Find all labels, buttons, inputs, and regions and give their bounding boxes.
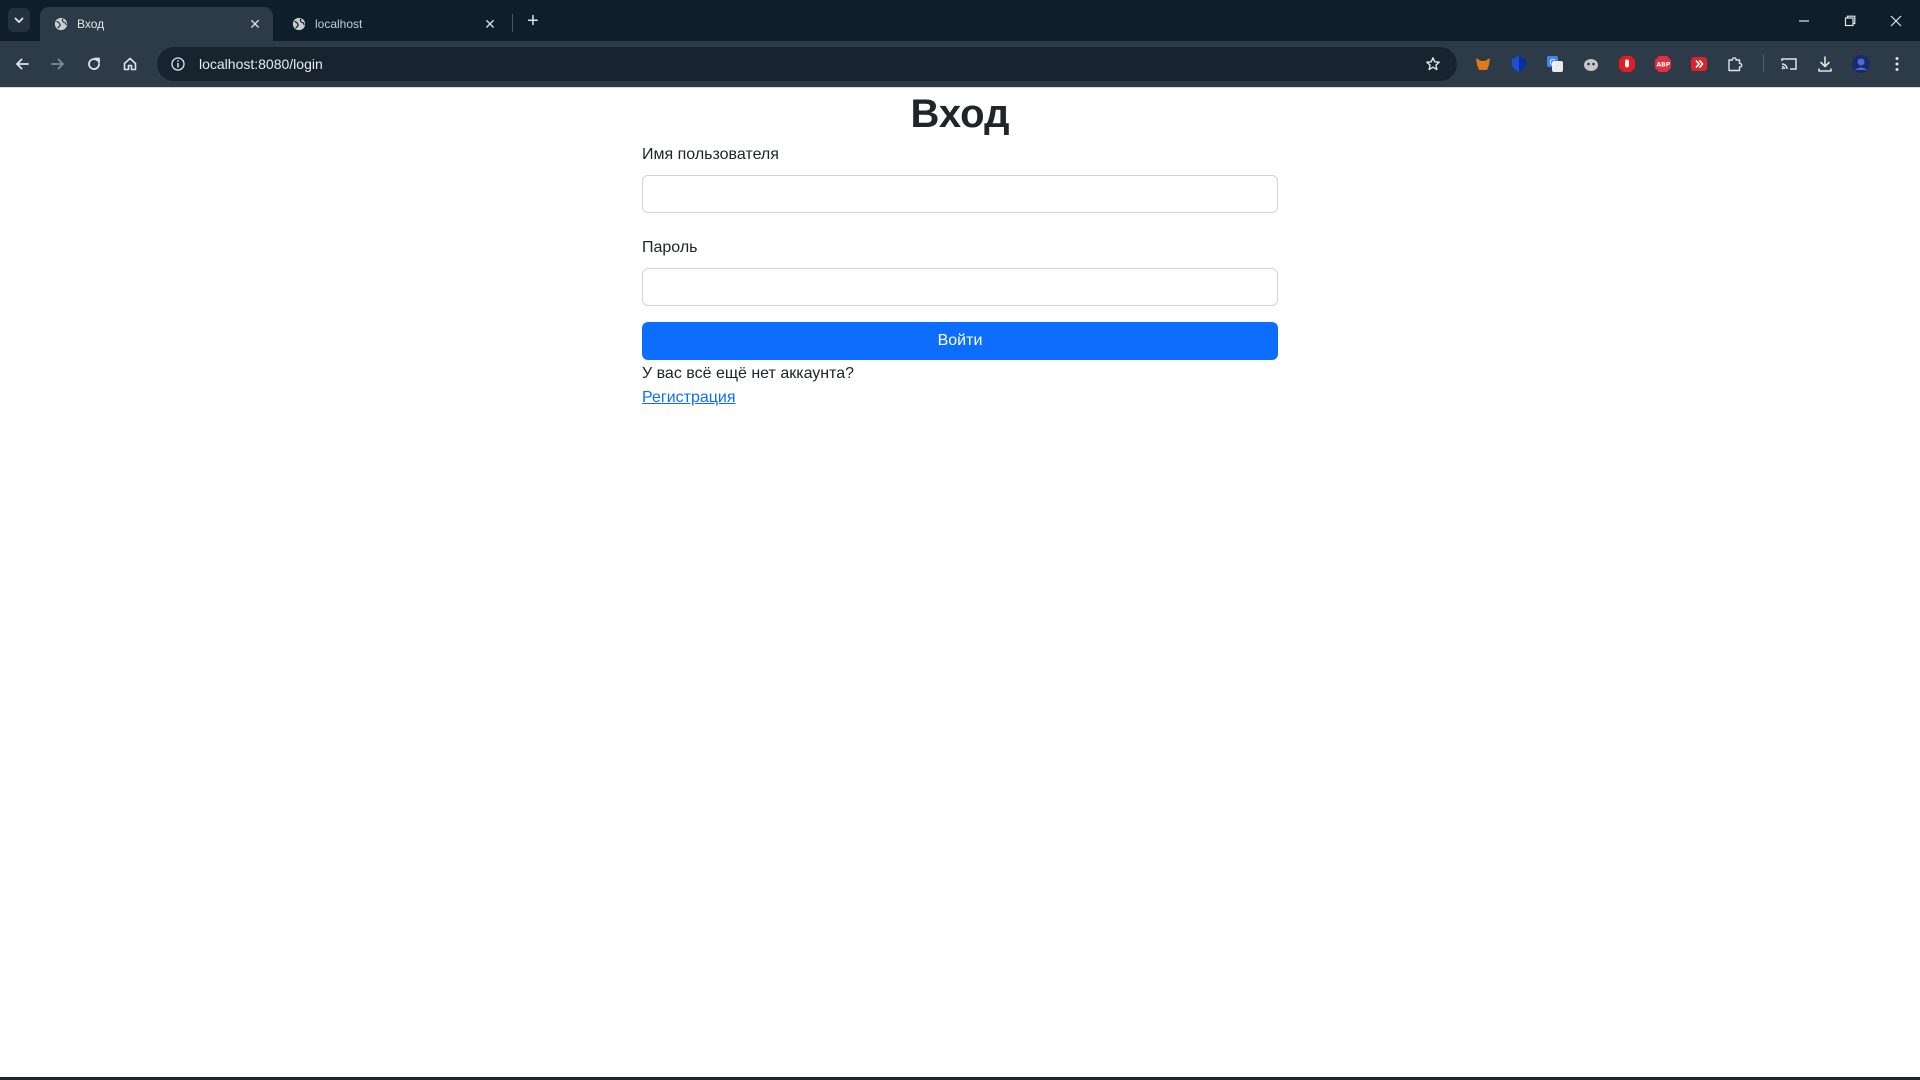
- login-button[interactable]: Войти: [642, 322, 1278, 360]
- toolbar-separator: [1763, 54, 1764, 72]
- menu-kebab-icon[interactable]: [1886, 53, 1908, 75]
- tab-title: localhost: [315, 17, 363, 31]
- arrow-left-icon: [16, 58, 29, 70]
- browser-toolbar: localhost:8080/login G ABP: [0, 41, 1920, 87]
- chevron-down-icon: [14, 17, 24, 23]
- url-text[interactable]: localhost:8080/login: [199, 56, 1419, 72]
- video-icon[interactable]: [1688, 53, 1710, 75]
- back-button[interactable]: [8, 50, 36, 78]
- username-label: Имя пользователя: [642, 146, 779, 163]
- cast-icon[interactable]: [1778, 53, 1800, 75]
- svg-text:G: G: [1550, 58, 1556, 67]
- page-title: Вход: [910, 92, 1010, 136]
- username-input[interactable]: [642, 175, 1278, 213]
- reload-icon: [88, 57, 100, 70]
- login-form: Вход Имя пользователя Пароль Войти У вас…: [642, 88, 1278, 410]
- translate-icon[interactable]: G: [1544, 53, 1566, 75]
- tab-title: Вход: [77, 17, 105, 31]
- register-link[interactable]: Регистрация: [642, 386, 736, 410]
- adblock-icon[interactable]: ABP: [1652, 53, 1674, 75]
- tab-separator: [512, 14, 513, 32]
- restore-icon[interactable]: [1828, 0, 1872, 41]
- globe-icon: [54, 17, 68, 31]
- globe-icon: [292, 17, 306, 31]
- tab-login[interactable]: Вход ✕: [40, 7, 273, 41]
- tab-localhost[interactable]: localhost ✕: [278, 7, 508, 41]
- shield-icon[interactable]: [1508, 53, 1530, 75]
- close-tab-icon[interactable]: ✕: [247, 16, 263, 32]
- profile-avatar-icon[interactable]: [1850, 53, 1872, 75]
- download-icon[interactable]: [1814, 53, 1836, 75]
- password-group: Пароль: [642, 237, 1278, 306]
- forward-button[interactable]: [44, 50, 72, 78]
- no-account-text: У вас всё ещё нет аккаунта?: [642, 365, 855, 382]
- bookmark-star-icon[interactable]: [1419, 50, 1447, 78]
- tab-search-button[interactable]: [8, 8, 30, 32]
- home-icon: [123, 57, 137, 71]
- new-tab-button[interactable]: +: [521, 9, 545, 33]
- minimize-icon[interactable]: [1782, 0, 1826, 41]
- login-page: Вход Имя пользователя Пароль Войти У вас…: [0, 88, 1920, 1077]
- close-tab-icon[interactable]: ✕: [482, 16, 498, 32]
- svg-text:ABP: ABP: [1657, 62, 1671, 69]
- site-info-icon[interactable]: [169, 55, 187, 73]
- password-label: Пароль: [642, 239, 698, 256]
- home-button[interactable]: [116, 50, 144, 78]
- tab-strip: Вход ✕ localhost ✕ +: [0, 0, 1920, 41]
- arrow-right-icon: [51, 58, 64, 70]
- metamask-icon[interactable]: [1472, 53, 1494, 75]
- ghost-icon[interactable]: [1580, 53, 1602, 75]
- stop-hand-icon[interactable]: [1616, 53, 1638, 75]
- password-input[interactable]: [642, 268, 1278, 306]
- reload-button[interactable]: [80, 50, 108, 78]
- puzzle-icon[interactable]: [1724, 53, 1746, 75]
- address-bar[interactable]: localhost:8080/login: [157, 47, 1457, 81]
- close-window-icon[interactable]: [1874, 0, 1918, 41]
